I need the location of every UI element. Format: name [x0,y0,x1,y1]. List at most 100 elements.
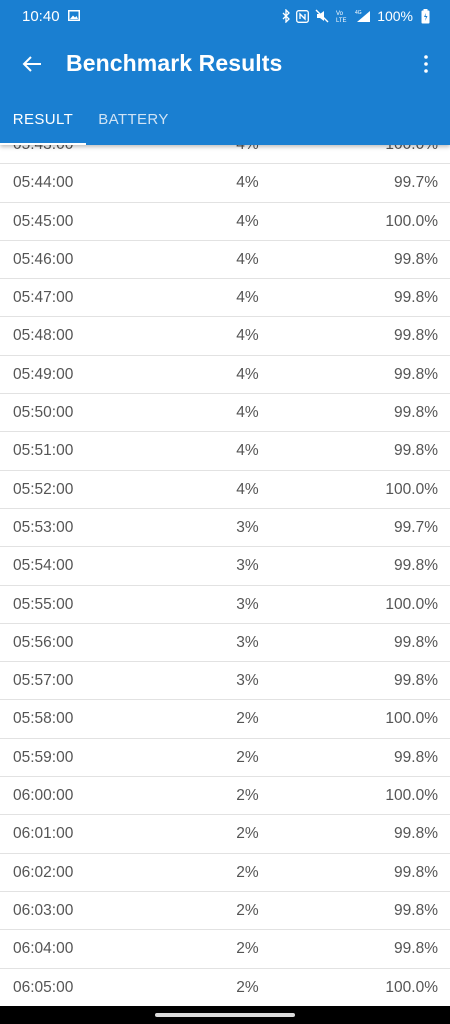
list-item: 05:55:00 3% 100.0% [0,586,450,624]
list-item: 05:52:00 4% 100.0% [0,471,450,509]
list-item: 06:02:00 2% 99.8% [0,854,450,892]
row-cpu-percent: 99.8% [394,250,438,268]
row-time: 05:55:00 [13,595,74,613]
mute-icon [315,9,329,23]
row-cpu-percent: 99.8% [394,825,438,843]
tab-indicator [0,143,86,145]
row-time: 05:44:00 [13,174,74,192]
row-time: 06:02:00 [13,863,74,881]
row-battery-level: 4% [236,174,259,192]
row-cpu-percent: 99.8% [394,442,438,460]
home-gesture-handle[interactable] [155,1013,295,1017]
row-time: 05:58:00 [13,710,74,728]
row-battery-level: 2% [236,748,259,766]
battery-percent: 100% [377,8,413,24]
row-battery-level: 3% [236,518,259,536]
row-battery-level: 4% [236,327,259,345]
row-battery-level: 2% [236,710,259,728]
row-battery-level: 4% [236,250,259,268]
list-item: 06:00:00 2% 100.0% [0,777,450,816]
nfc-icon [296,9,310,23]
list-item: 05:53:00 3% 99.7% [0,509,450,548]
row-time: 06:03:00 [13,901,74,919]
row-battery-level: 2% [236,978,259,996]
row-time: 05:46:00 [13,250,74,268]
row-battery-level: 2% [236,825,259,843]
row-time: 05:52:00 [13,480,74,498]
row-cpu-percent: 99.8% [394,557,438,575]
tab-battery[interactable]: BATTERY [86,96,181,145]
row-battery-level: 3% [236,672,259,690]
tab-bar: RESULT BATTERY [0,96,450,145]
row-cpu-percent: 99.8% [394,940,438,958]
list-item: 05:51:00 4% 99.8% [0,432,450,471]
arrow-left-icon[interactable] [16,48,48,80]
app-bar: 10:40 Vo LTE 4G 100% Benchmark Results R… [0,0,450,145]
list-item: 05:59:00 2% 99.8% [0,739,450,778]
row-battery-level: 2% [236,863,259,881]
row-cpu-percent: 100.0% [385,595,438,613]
row-cpu-percent: 100.0% [385,978,438,996]
row-time: 05:49:00 [13,365,74,383]
list-item: 05:56:00 3% 99.8% [0,624,450,663]
gallery-icon [68,10,80,21]
row-cpu-percent: 100.0% [385,212,438,230]
list-item: 06:03:00 2% 99.8% [0,892,450,931]
row-battery-level: 4% [236,289,259,307]
row-battery-level: 3% [236,557,259,575]
list-item: 05:50:00 4% 99.8% [0,394,450,433]
row-time: 06:00:00 [13,787,74,805]
row-battery-level: 4% [236,212,259,230]
row-time: 05:56:00 [13,633,74,651]
list-item: 05:44:00 4% 99.7% [0,164,450,203]
list-item: 05:49:00 4% 99.8% [0,356,450,395]
list-item: 06:01:00 2% 99.8% [0,815,450,854]
more-vert-icon[interactable] [414,48,438,80]
row-time: 05:45:00 [13,212,74,230]
row-time: 05:53:00 [13,518,74,536]
results-list[interactable]: 05:43:004%100.0%05:44:004%99.7%05:45:004… [0,126,450,1006]
list-item: 05:58:00 2% 100.0% [0,700,450,739]
status-icons: Vo LTE 4G 100% [282,7,430,25]
row-cpu-percent: 99.7% [394,518,438,536]
list-item: 05:45:00 4% 100.0% [0,203,450,241]
list-item: 06:05:00 2% 100.0% [0,969,450,1006]
signal-4g-icon: 4G [355,10,371,22]
svg-text:4G: 4G [355,10,362,16]
navigation-bar [0,1006,450,1024]
page-title: Benchmark Results [66,50,283,76]
row-cpu-percent: 99.8% [394,633,438,651]
row-time: 06:01:00 [13,825,74,843]
row-battery-level: 3% [236,595,259,613]
row-battery-level: 4% [236,365,259,383]
row-cpu-percent: 99.8% [394,327,438,345]
row-battery-level: 4% [236,404,259,422]
row-battery-level: 4% [236,442,259,460]
row-time: 05:48:00 [13,327,74,345]
row-cpu-percent: 99.8% [394,404,438,422]
row-time: 05:50:00 [13,404,74,422]
row-time: 06:05:00 [13,978,74,996]
list-item: 05:46:00 4% 99.8% [0,241,450,280]
row-cpu-percent: 100.0% [385,787,438,805]
svg-text:Vo: Vo [336,11,344,17]
tab-result[interactable]: RESULT [0,96,86,145]
row-time: 05:54:00 [13,557,74,575]
row-time: 06:04:00 [13,940,74,958]
row-battery-level: 2% [236,901,259,919]
row-battery-level: 4% [236,480,259,498]
toolbar: Benchmark Results [0,32,450,96]
row-battery-level: 2% [236,787,259,805]
row-cpu-percent: 100.0% [385,710,438,728]
row-time: 05:57:00 [13,672,74,690]
row-cpu-percent: 99.8% [394,672,438,690]
row-battery-level: 3% [236,633,259,651]
row-cpu-percent: 100.0% [385,480,438,498]
row-cpu-percent: 99.8% [394,365,438,383]
row-time: 05:47:00 [13,289,74,307]
row-battery-level: 2% [236,940,259,958]
row-cpu-percent: 99.8% [394,863,438,881]
row-cpu-percent: 99.7% [394,174,438,192]
battery-icon [421,8,430,23]
list-item: 05:47:00 4% 99.8% [0,279,450,318]
